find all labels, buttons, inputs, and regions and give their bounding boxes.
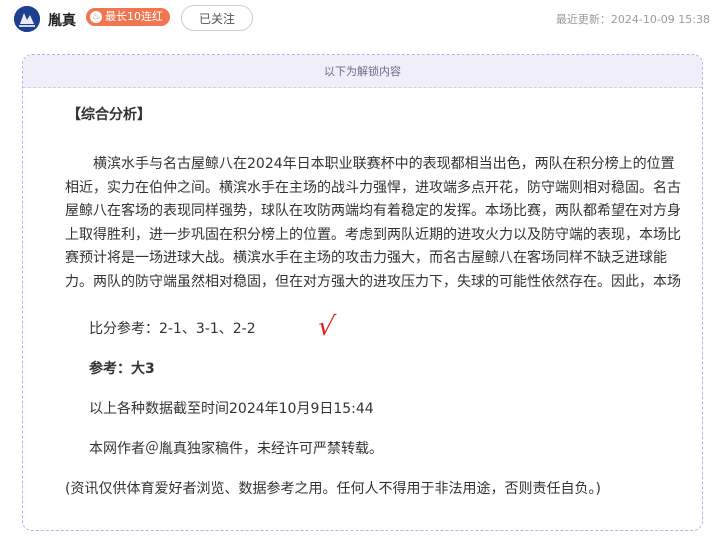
follow-button[interactable]: 已关注 <box>181 5 253 31</box>
analysis-paragraph: 横滨水手与名古屋鲸八在2024年日本职业联赛杯中的表现都相当出色，两队在积分榜上… <box>65 156 681 290</box>
disclaimer-note: (资讯仅供体育爱好者浏览、数据参考之用。任何人不得用于非法用途，否则责任自负。) <box>65 481 601 497</box>
author-name[interactable]: 胤真 <box>48 10 76 30</box>
score-reference: 比分参考：2-1、3-1、2-2 <box>89 321 256 337</box>
update-time: 最近更新：2024-10-09 15:38 <box>555 13 710 26</box>
bet-reference: 参考：大3 <box>89 361 155 377</box>
avatar-logo-icon <box>14 6 40 32</box>
unlocked-content-box: 以下为解锁内容 【综合分析】 横滨水手与名古屋鲸八在2024年日本职业联赛杯中的… <box>22 54 703 531</box>
copyright-note: 本网作者＠胤真独家稿件，未经许可严禁转载。 <box>89 441 383 457</box>
article-body: 【综合分析】 横滨水手与名古屋鲸八在2024年日本职业联赛杯中的表现都相当出色，… <box>65 105 685 499</box>
section-title: 【综合分析】 <box>67 107 151 123</box>
top-bar: 胤真 ♨ 最长10连红 已关注 最近更新：2024-10-09 15:38 <box>0 0 712 38</box>
unlock-header: 以下为解锁内容 <box>23 55 702 88</box>
avatar[interactable] <box>14 6 40 32</box>
streak-badge: ♨ 最长10连红 <box>86 8 170 26</box>
fire-icon: ♨ <box>90 11 102 23</box>
data-cutoff-note: 以上各种数据截至时间2024年10月9日15:44 <box>89 401 374 417</box>
streak-badge-label: 最长10连红 <box>105 10 163 23</box>
